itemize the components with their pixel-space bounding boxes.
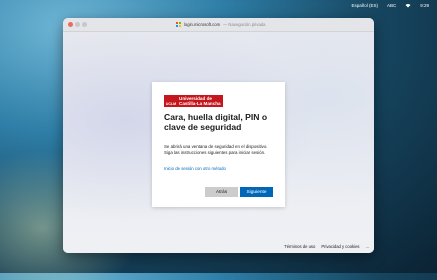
keyboard-indicator[interactable]: ABC xyxy=(387,3,396,8)
logo-mark: UCLM xyxy=(164,95,178,107)
url-domain: login.microsoft.com xyxy=(184,22,221,27)
menu-bar: Español (ES) ABC 9:29 xyxy=(0,0,437,11)
page-title: Cara, huella digital, PIN o clave de seg… xyxy=(164,112,268,132)
university-logo: UCLM Universidad de Castilla-La Mancha xyxy=(164,95,223,107)
input-language[interactable]: Español (ES) xyxy=(351,3,378,8)
logo-text: Universidad de Castilla-La Mancha xyxy=(178,95,223,107)
microsoft-logo-icon xyxy=(176,22,181,27)
sign-in-card: UCLM Universidad de Castilla-La Mancha C… xyxy=(152,82,285,207)
clock[interactable]: 9:29 xyxy=(420,3,429,8)
back-button[interactable]: Atrás xyxy=(205,187,238,197)
minimize-window-button[interactable] xyxy=(75,22,80,27)
page-footer: Términos de uso Privacidad y cookies ... xyxy=(284,244,369,249)
maximize-window-button[interactable] xyxy=(82,22,87,27)
private-mode-label: — Navegación privada xyxy=(223,22,266,27)
next-button[interactable]: Siguiente xyxy=(240,187,273,197)
other-method-link[interactable]: Inicio de sesión con otro método xyxy=(164,166,226,171)
terms-link[interactable]: Términos de uso xyxy=(284,244,315,249)
logo-line-2: Castilla-La Mancha xyxy=(179,100,221,106)
close-window-button[interactable] xyxy=(68,22,73,27)
privacy-link[interactable]: Privacidad y cookies xyxy=(321,244,359,249)
instructions-text: Se abrirá una ventana de seguridad en el… xyxy=(164,144,268,155)
wifi-icon[interactable] xyxy=(405,3,411,9)
browser-window: login.microsoft.com — Navegación privada… xyxy=(63,18,374,253)
title-bar: login.microsoft.com — Navegación privada xyxy=(63,18,374,32)
address-bar[interactable]: login.microsoft.com — Navegación privada xyxy=(176,21,265,28)
more-options-icon[interactable]: ... xyxy=(366,244,370,249)
